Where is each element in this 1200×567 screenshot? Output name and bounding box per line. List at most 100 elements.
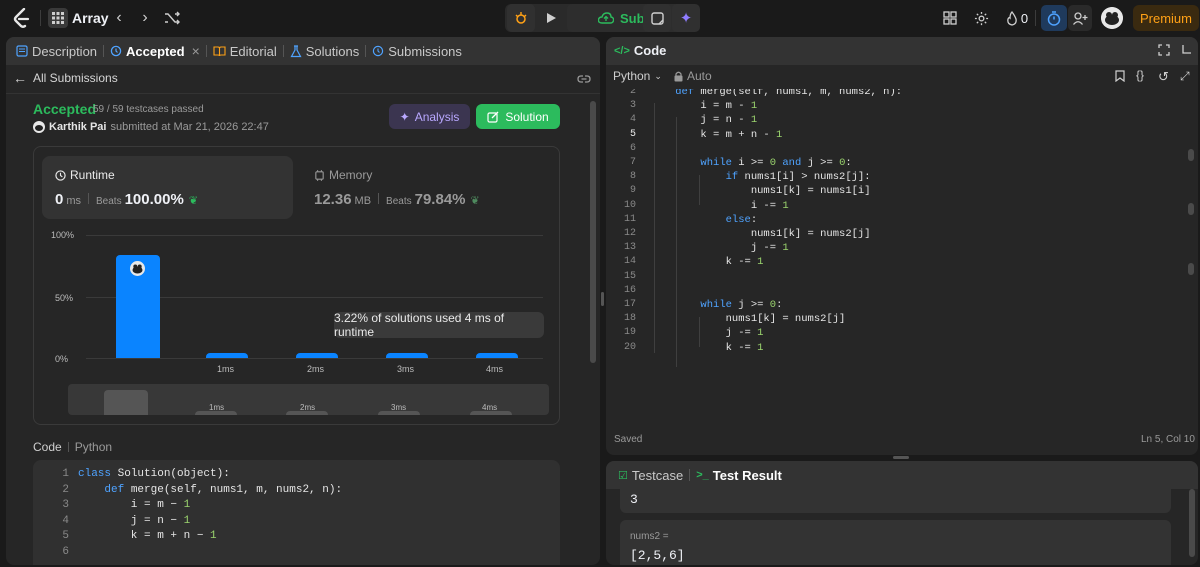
notes-icon[interactable] (643, 4, 671, 32)
editor-line-number: 10 (623, 199, 636, 211)
submissions-history-icon (373, 45, 384, 57)
tab-testcase-label: Testcase (631, 467, 684, 483)
tab-accepted-label: Accepted (126, 43, 185, 59)
bar-user-avatar (130, 260, 145, 276)
tab-solutions[interactable]: Solutions (284, 37, 365, 65)
ai-assistant-icon[interactable]: ✦ (672, 4, 700, 32)
line-number: 2 (62, 483, 69, 496)
x-tick-label: 2ms (307, 364, 325, 374)
runtime-distribution-chart[interactable]: 100% 50% 0% 1ms 2ms 3ms 4ms 3.22% of soluti… (34, 225, 561, 425)
variable-value: [2,5,6] (630, 548, 685, 563)
runtime-card[interactable]: Runtime 0 ms Beats 100.00% ❦ (42, 156, 293, 219)
all-submissions-label: All Submissions (33, 71, 118, 85)
tab-testcase[interactable]: ☑ Testcase (612, 461, 689, 489)
timer-icon[interactable] (1041, 5, 1067, 31)
chart-bar[interactable] (116, 254, 160, 358)
bookmark-icon[interactable] (1115, 70, 1125, 85)
runtime-beats-label: Beats (96, 196, 122, 207)
solution-button[interactable]: Solution (476, 104, 560, 129)
language-select[interactable]: Python ⌄ (613, 69, 662, 83)
close-tab-icon[interactable]: × (192, 43, 200, 59)
memory-label: Memory (329, 168, 373, 182)
editor-code-line: def merge(self, nums1, m, nums2, n): (675, 89, 903, 98)
memory-card[interactable]: Memory 12.36 MB Beats 79.84% ❦ (314, 156, 554, 219)
input-variable-box: nums2 = [2,5,6] (620, 520, 1171, 565)
maximize-icon[interactable]: ⤢ (1180, 69, 1190, 84)
editor-code-line: while i >= 0 and j >= 0: (700, 157, 852, 169)
editor-title: Code (633, 43, 667, 58)
run-button[interactable] (537, 4, 565, 32)
tab-editorial-label: Editorial (229, 43, 277, 59)
memory-beats-value: 79.84% (414, 191, 466, 208)
share-link-icon[interactable] (576, 70, 592, 86)
code-line: i = m − 1 (78, 499, 191, 511)
chart-bar[interactable] (206, 353, 248, 358)
chart-bar[interactable] (386, 353, 428, 358)
next-problem-icon[interactable]: › (138, 8, 152, 28)
all-submissions-link[interactable]: ← All Submissions (13, 70, 133, 86)
mini-tick-label: 2ms (300, 403, 316, 412)
settings-gear-icon[interactable] (970, 7, 992, 29)
left-scrollbar[interactable] (590, 101, 596, 363)
x-tick-label: 3ms (397, 364, 415, 374)
submitter-avatar[interactable] (33, 121, 45, 133)
vertical-resize-handle[interactable] (601, 292, 604, 306)
tab-description[interactable]: Description (10, 37, 103, 65)
chart-range-navigator[interactable]: 1ms 2ms 3ms 4ms (68, 384, 549, 415)
editor-code-line: k -= 1 (650, 256, 764, 269)
collapse-icon[interactable] (1180, 44, 1194, 58)
mini-tick-label: 4ms (482, 403, 498, 412)
premium-button[interactable]: Premium (1133, 5, 1199, 31)
editor-code-line: k -= 1 (650, 341, 764, 354)
tab-submissions[interactable]: Submissions (366, 37, 468, 65)
chart-tooltip: 3.22% of solutions used 4 ms of runtime (334, 311, 544, 339)
code-section-label: Code (33, 440, 62, 454)
x-tick-label: 1ms (217, 364, 235, 374)
testcases-passed: 59 / 59 testcases passed (93, 104, 204, 115)
tab-description-label: Description (32, 43, 98, 59)
submitter-name[interactable]: Karthik Pai (49, 121, 106, 133)
test-scrollbar[interactable] (1189, 489, 1195, 557)
y-tick-100: 100% (51, 230, 75, 240)
add-friend-icon[interactable] (1068, 5, 1092, 31)
code-editor-panel: </> Code Python ⌄ Auto {} ↺ ⤢ 2 def merg… (606, 37, 1198, 455)
problem-list-icon[interactable] (48, 8, 68, 28)
format-braces-icon[interactable]: {} (1136, 68, 1144, 82)
editor-line-number: 6 (629, 142, 636, 154)
tab-test-result[interactable]: >_ Test Result (690, 461, 788, 489)
layout-icon[interactable] (939, 7, 961, 29)
debug-icon[interactable] (507, 4, 535, 32)
line-number: 1 (62, 468, 69, 480)
editor-code-area[interactable]: 2 def merge(self, nums1, m, nums2, n): 3 … (606, 89, 1198, 419)
tab-accepted[interactable]: Accepted × (104, 37, 206, 65)
editor-code-line: if nums1[i] > nums2[j]: (725, 171, 871, 184)
user-avatar[interactable] (1101, 7, 1123, 29)
reset-icon[interactable]: ↺ (1158, 69, 1169, 85)
code-section-header: Code Python (33, 440, 112, 454)
chart-bar[interactable] (476, 353, 518, 358)
horizontal-resize-handle[interactable] (893, 456, 909, 459)
history-icon (110, 45, 122, 57)
line-number: 3 (62, 499, 69, 511)
submitted-code-block[interactable]: 1 class Solution(object): 2 def merge(self… (33, 460, 560, 565)
tab-editorial[interactable]: Editorial (207, 37, 283, 65)
code-section-lang: Python (74, 440, 113, 454)
editor-code-line: nums1[k] = nums1[i] (650, 185, 871, 198)
performance-card: Runtime 0 ms Beats 100.00% ❦ Memory 12.3… (33, 146, 560, 425)
shuffle-icon[interactable] (162, 8, 182, 28)
analysis-button[interactable]: ✦ Analysis (389, 104, 470, 129)
sparkle-icon: ✦ (399, 109, 410, 124)
editor-line-number: 14 (623, 256, 636, 268)
code-line: j = n − 1 (78, 514, 191, 527)
editor-header: </> Code (606, 37, 1198, 65)
prev-problem-icon[interactable]: ‹ (112, 8, 126, 28)
problem-list-title[interactable]: Array (72, 9, 109, 27)
streak-counter[interactable]: 0 (1003, 7, 1031, 29)
chart-bar[interactable] (296, 353, 338, 358)
editor-code-line: nums1[k] = nums2[j] (650, 313, 846, 326)
tab-solutions-label: Solutions (305, 43, 360, 59)
expand-icon[interactable] (1158, 44, 1172, 58)
leetcode-logo-icon[interactable] (12, 8, 32, 28)
editor-line-number: 12 (623, 228, 636, 239)
autocomplete-mode[interactable]: Auto (674, 69, 712, 83)
